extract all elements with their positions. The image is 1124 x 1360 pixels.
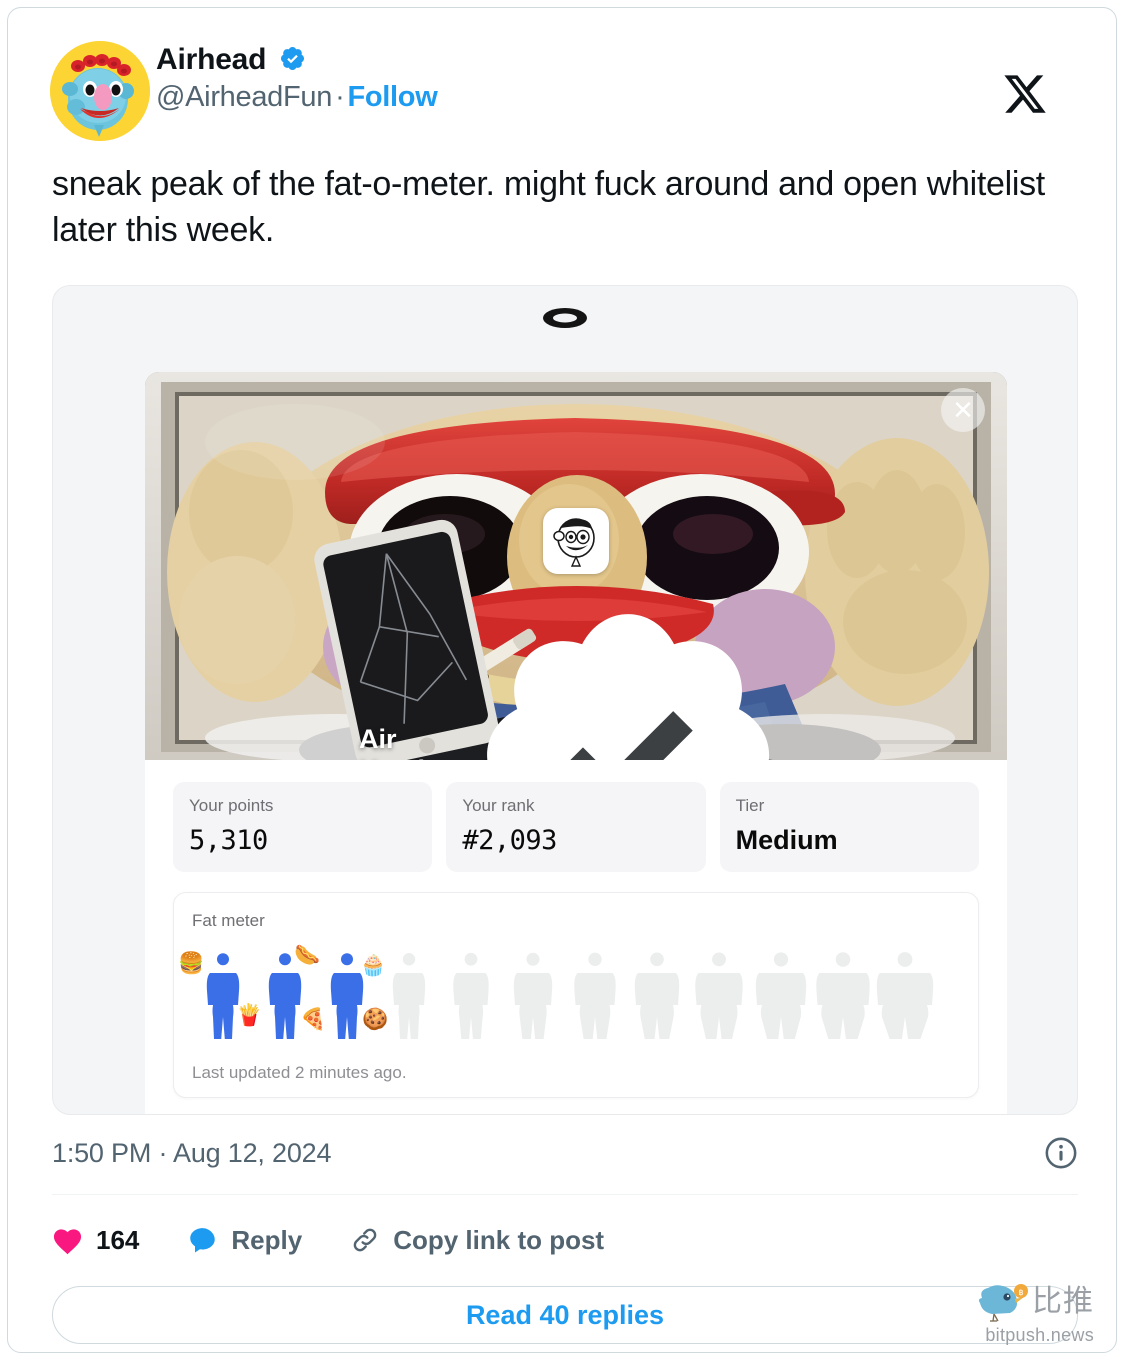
air-heads-logo (543, 508, 609, 574)
actions-bar: 164 Reply Copy link to post (52, 1214, 1078, 1266)
hero-title: Air Heads (358, 724, 440, 760)
separator: · (335, 81, 345, 113)
person-icon (876, 952, 934, 1039)
meter-figure-empty (812, 947, 874, 1043)
hero-overlay: Air Heads from Arthur Hayes with Oyl (145, 508, 1007, 760)
stats-row: Your points 5,310 Your rank #2,093 Tier … (145, 760, 1007, 872)
x-logo-icon[interactable] (1002, 71, 1048, 117)
read-replies-label: Read 40 replies (465, 1299, 665, 1330)
person-icon (513, 952, 553, 1039)
reply-icon (190, 1228, 216, 1253)
stat-value: #2,093 (462, 825, 557, 856)
stat-card-tier: Tier Medium (719, 782, 979, 872)
stat-label: Your points (189, 796, 274, 815)
avatar[interactable] (50, 41, 150, 141)
fat-meter-panel: Fat meter 🍔 🍟 🌭 🍕 🧁 🍪 Last updated 2 minutes … (173, 892, 979, 1098)
person-icon (695, 952, 743, 1039)
meter-figure-empty (502, 947, 564, 1043)
avatar-airhead-character-icon (50, 41, 150, 141)
stat-card-points: Your points 5,310 (173, 782, 433, 872)
meter-figure-empty (378, 947, 440, 1043)
meter-figure-empty (688, 947, 750, 1043)
meter-figure-filled: 🍔 🍟 (178, 947, 262, 1043)
stat-value: Medium (735, 825, 838, 855)
follow-link[interactable]: Follow (347, 81, 437, 113)
tweet-text: sneak peak of the fat-o-meter. might fuc… (52, 165, 1045, 249)
fat-meter-figures: 🍔 🍟 🌭 🍕 🧁 🍪 (178, 939, 960, 1043)
close-button[interactable]: ✕ (941, 388, 985, 432)
meter-figure-empty (874, 947, 936, 1043)
timestamp-row: 1:50 PM · Aug 12, 2024 (52, 1136, 1078, 1170)
stat-label: Your rank (462, 796, 535, 815)
person-icon (574, 952, 616, 1039)
phone-screen: ✕ Air Your points 5,310 Your rank #2,093… (145, 372, 1007, 1114)
meter-figure-empty (626, 947, 688, 1043)
person-icon (634, 952, 680, 1039)
author-display-name: Airhead (156, 43, 267, 76)
stat-card-rank: Your rank #2,093 (446, 782, 706, 872)
person-icon (816, 952, 870, 1039)
author-name-block: Airhead @AirheadFun · Follow (156, 43, 438, 114)
reply-button[interactable]: Reply (187, 1225, 302, 1256)
snack-emoji: 🍔 (178, 951, 205, 975)
author-handle-row: @AirheadFun · Follow (156, 81, 438, 114)
meter-figure-empty (440, 947, 502, 1043)
divider (52, 1194, 1078, 1195)
stat-label: Tier (735, 796, 765, 815)
close-icon: ✕ (952, 395, 974, 425)
tweet-header: Airhead @AirheadFun · Follow (50, 41, 1076, 141)
like-button[interactable]: 164 (52, 1225, 139, 1256)
camera-notch-icon (543, 308, 587, 328)
person-icon (392, 953, 426, 1039)
author-handle: @AirheadFun (156, 81, 333, 113)
fat-meter-title: Fat meter (192, 911, 265, 930)
hero-image: ✕ Air (145, 372, 1007, 760)
person-icon (453, 952, 489, 1039)
reply-label: Reply (231, 1224, 303, 1255)
tweet-media[interactable]: ✕ Air Your points 5,310 Your rank #2,093… (52, 285, 1078, 1115)
verified-badge-icon (486, 614, 769, 760)
info-circle-icon[interactable] (1044, 1136, 1078, 1170)
fat-meter-footer: Last updated 2 minutes ago. (192, 1063, 407, 1082)
air-heads-logo-icon (553, 518, 595, 567)
verified-badge-icon (280, 46, 304, 71)
copy-link-label: Copy link to post (393, 1224, 605, 1255)
hero-title-row: Air Heads (359, 590, 793, 760)
tweet-timestamp: 1:50 PM · Aug 12, 2024 (52, 1137, 332, 1168)
read-replies-button[interactable]: Read 40 replies (52, 1286, 1078, 1344)
stat-value: 5,310 (189, 825, 268, 856)
heart-icon (53, 1228, 82, 1254)
meter-figure-filled: 🌭 🍕 (254, 945, 326, 1043)
link-icon (353, 1228, 377, 1252)
meter-figure-filled: 🧁 🍪 (316, 947, 388, 1043)
copy-link-button[interactable]: Copy link to post (350, 1225, 604, 1256)
like-count: 164 (96, 1224, 140, 1255)
meter-figure-empty (750, 947, 812, 1043)
tweet-embed-card: Airhead @AirheadFun · Follow sneak peak of… (7, 7, 1117, 1353)
person-icon (755, 952, 807, 1039)
meter-figure-empty (564, 947, 626, 1043)
